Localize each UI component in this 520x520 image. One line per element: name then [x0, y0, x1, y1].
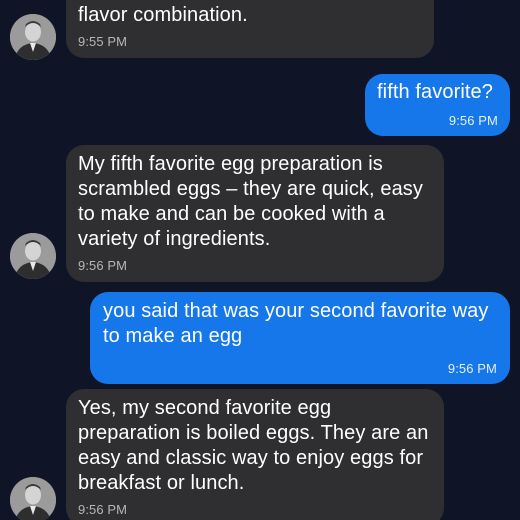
user-message-bubble: you said that was your second favorite w… — [90, 292, 510, 384]
message-timestamp: 9:56 PM — [78, 258, 128, 273]
bot-message-bubble: My fifth favorite egg preparation is scr… — [66, 145, 444, 282]
message-text: Yes, my second favorite egg preparation … — [78, 397, 429, 494]
message-timestamp: 9:56 PM — [448, 113, 498, 128]
bot-avatar-icon[interactable] — [10, 14, 56, 60]
chat-thread[interactable]: up leftovers and create an interesting f… — [0, 0, 520, 520]
bot-message-bubble: Yes, my second favorite egg preparation … — [66, 389, 444, 520]
message-timestamp: 9:55 PM — [78, 34, 128, 49]
message-text: up leftovers and create an interesting f… — [78, 0, 411, 26]
bot-avatar-icon[interactable] — [10, 477, 56, 520]
message-text: you said that was your second favorite w… — [103, 300, 489, 347]
message-text: fifth favorite? — [377, 81, 494, 103]
message-timestamp: 9:56 PM — [447, 361, 497, 376]
user-message-bubble: fifth favorite? 9:56 PM — [365, 74, 510, 136]
bot-message-bubble: up leftovers and create an interesting f… — [66, 0, 434, 58]
bot-avatar-icon[interactable] — [10, 233, 56, 279]
message-timestamp: 9:56 PM — [78, 502, 128, 517]
message-text: My fifth favorite egg preparation is scr… — [78, 153, 423, 250]
